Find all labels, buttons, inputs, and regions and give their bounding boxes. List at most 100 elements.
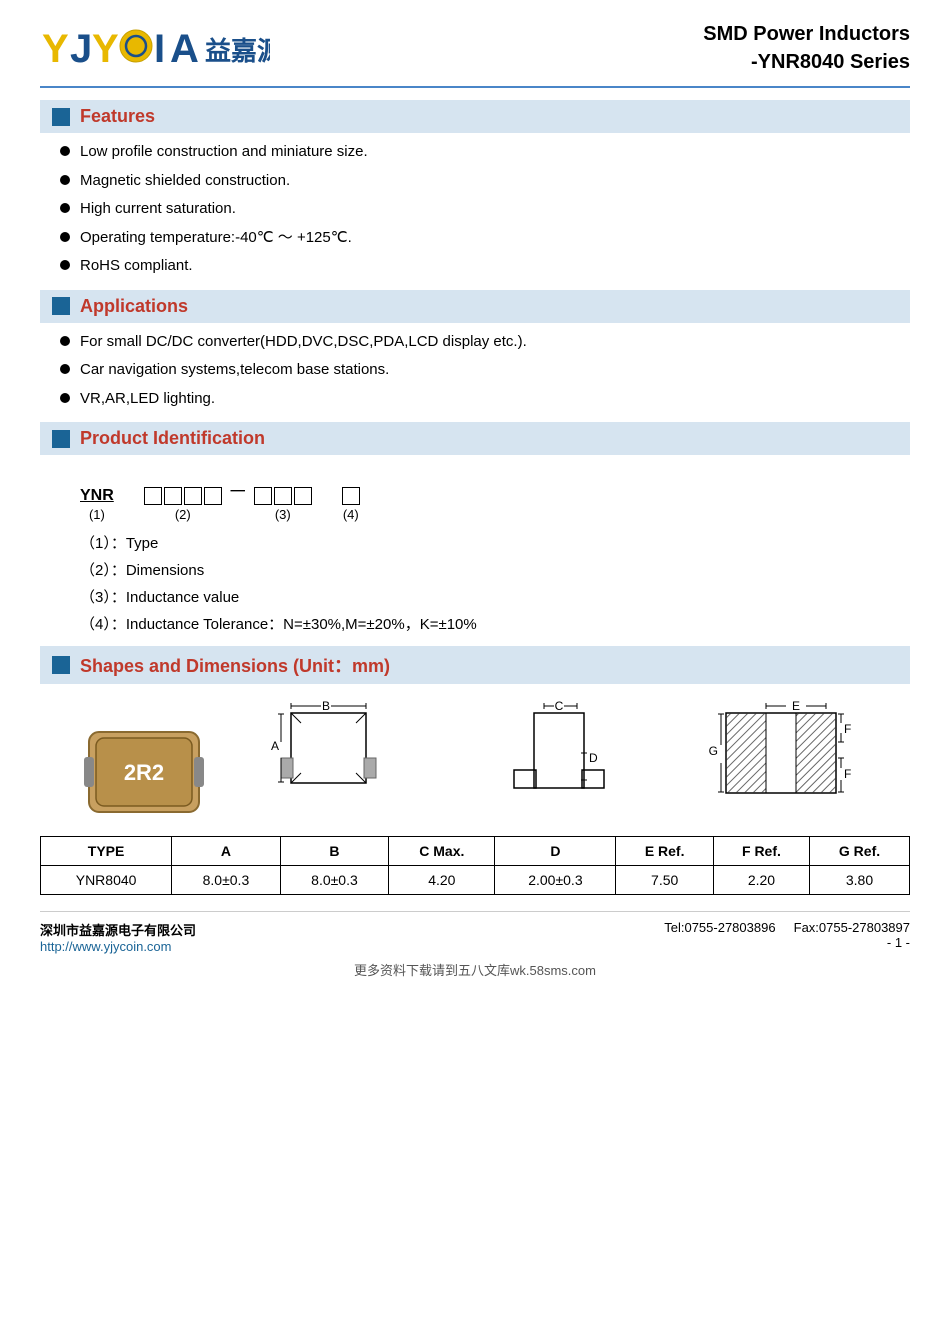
features-title: Features (80, 106, 155, 127)
code-item-1: （1）：Type (80, 532, 910, 553)
website-link[interactable]: http://www.yjycoin.com (40, 939, 172, 954)
svg-text:2R2: 2R2 (124, 760, 164, 785)
product-id-diagram: YNR (1) (2) － (3) (4) (80, 475, 910, 522)
cell-a: 8.0±0.3 (172, 866, 281, 895)
table-header-type: TYPE (41, 837, 172, 866)
ab-diagram: B A (271, 698, 431, 822)
table-row: YNR8040 8.0±0.3 8.0±0.3 4.20 2.00±0.3 7.… (41, 866, 910, 895)
code-explanation-list: （1）：Type （2）：Dimensions （3）：Inductance v… (80, 532, 910, 634)
ab-diagram-svg: B A (271, 698, 431, 818)
svg-text:Y: Y (42, 27, 69, 71)
pid-ynr: YNR (80, 487, 114, 505)
list-item: Car navigation systems,telecom base stat… (60, 359, 910, 382)
shapes-icon (52, 656, 70, 674)
shapes-section-header: Shapes and Dimensions (Unit：mm) (40, 646, 910, 684)
bullet-icon (60, 364, 70, 374)
footer-right: Tel:0755-27803896 Fax:0755-27803897 - 1 … (664, 920, 910, 950)
product-id-icon (52, 430, 70, 448)
pid-box (144, 487, 162, 505)
pid-label-4: (4) (343, 507, 359, 522)
code-item-4: （4）：Inductance Tolerance：N=±30%,M=±20%，K… (80, 613, 910, 634)
footer-tel: Tel:0755-27803896 (664, 920, 775, 935)
cell-fref: 2.20 (713, 866, 809, 895)
bullet-icon (60, 203, 70, 213)
svg-text:F: F (844, 722, 851, 736)
dimensions-diagram: 2R2 B A (40, 698, 910, 822)
table-header-d: D (495, 837, 616, 866)
shapes-title: Shapes and Dimensions (Unit：mm) (80, 652, 390, 678)
svg-text:A: A (271, 739, 279, 753)
svg-text:B: B (322, 699, 330, 713)
bullet-icon (60, 260, 70, 270)
efg-diagram-svg: E G (686, 698, 866, 818)
bullet-icon (60, 393, 70, 403)
cell-eref: 7.50 (616, 866, 713, 895)
svg-text:C: C (554, 699, 563, 713)
pid-box (184, 487, 202, 505)
svg-text:G: G (709, 744, 718, 758)
dimensions-table: TYPE A B C Max. D E Ref. F Ref. G Ref. Y… (40, 836, 910, 895)
bullet-icon (60, 146, 70, 156)
pid-dash: － (228, 475, 248, 522)
list-item: Low profile construction and miniature s… (60, 141, 910, 164)
page-number: - 1 - (664, 935, 910, 950)
table-header-eref: E Ref. (616, 837, 713, 866)
pid-box (164, 487, 182, 505)
table-header-b: B (280, 837, 389, 866)
applications-title: Applications (80, 296, 188, 317)
cd-diagram-svg: C D (499, 698, 619, 818)
pid-box (342, 487, 360, 505)
pid-label-1: (1) (89, 507, 105, 522)
cd-diagram: C D (499, 698, 619, 822)
svg-text:J: J (70, 27, 92, 71)
footer-left: 深圳市益嘉源电子有限公司 http://www.yjycoin.com (40, 920, 196, 954)
pid-group-1: YNR (1) (80, 487, 114, 522)
svg-text:I: I (154, 27, 165, 71)
company-name: 深圳市益嘉源电子有限公司 (40, 920, 196, 939)
efg-diagram: E G (686, 698, 866, 822)
watermark-text: 更多资料下载请到五八文库wk.58sms.com (40, 960, 910, 979)
page-footer: 深圳市益嘉源电子有限公司 http://www.yjycoin.com Tel:… (40, 911, 910, 954)
svg-text:D: D (589, 751, 598, 765)
list-item: Magnetic shielded construction. (60, 170, 910, 193)
component-photo: 2R2 (84, 722, 204, 822)
list-item: VR,AR,LED lighting. (60, 388, 910, 411)
svg-text:益嘉源: 益嘉源 (205, 36, 270, 66)
table-header-gref: G Ref. (810, 837, 910, 866)
features-list: Low profile construction and miniature s… (60, 141, 910, 278)
table-header-fref: F Ref. (713, 837, 809, 866)
bullet-icon (60, 336, 70, 346)
applications-section-header: Applications (40, 290, 910, 323)
product-title: SMD Power Inductors -YNR8040 Series (703, 20, 910, 76)
page-header: Y J Y I A 益嘉源 SMD Power Inductors -YNR80… (40, 20, 910, 88)
list-item: Operating temperature:-40℃ ～ +125℃. (60, 227, 910, 250)
pid-box (254, 487, 272, 505)
applications-list: For small DC/DC converter(HDD,DVC,DSC,PD… (60, 331, 910, 411)
cell-gref: 3.80 (810, 866, 910, 895)
applications-icon (52, 297, 70, 315)
logo-area: Y J Y I A 益嘉源 (40, 22, 270, 74)
component-photo-svg: 2R2 (84, 722, 204, 822)
cell-d: 2.00±0.3 (495, 866, 616, 895)
bullet-icon (60, 232, 70, 242)
cell-type: YNR8040 (41, 866, 172, 895)
list-item: RoHS compliant. (60, 255, 910, 278)
product-id-section-header: Product Identification (40, 422, 910, 455)
table-header-a: A (172, 837, 281, 866)
svg-text:Y: Y (92, 27, 119, 71)
pid-label-2: (2) (175, 507, 191, 522)
cell-b: 8.0±0.3 (280, 866, 389, 895)
bullet-icon (60, 175, 70, 185)
product-id-title: Product Identification (80, 428, 265, 449)
code-item-3: （3）：Inductance value (80, 586, 910, 607)
code-item-2: （2）：Dimensions (80, 559, 910, 580)
pid-box (294, 487, 312, 505)
svg-text:A: A (170, 27, 199, 71)
pid-box (204, 487, 222, 505)
company-logo: Y J Y I A 益嘉源 (40, 22, 270, 74)
table-header-cmax: C Max. (389, 837, 495, 866)
pid-group-3: (3) (254, 487, 312, 522)
pid-box (274, 487, 292, 505)
svg-text:F: F (844, 767, 851, 781)
footer-fax: Fax:0755-27803897 (794, 920, 910, 935)
